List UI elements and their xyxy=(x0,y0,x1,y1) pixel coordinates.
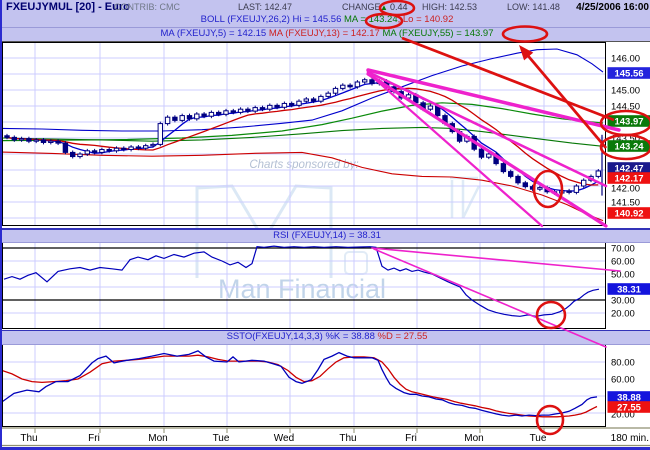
boll-legend-segment-3: , Lo = 140.92 xyxy=(397,14,454,25)
rsi-legend-bar: RSI (FXEUJY,14) = 38.31 xyxy=(2,228,650,243)
ssto-legend-segment-1: %D = 27.55 xyxy=(377,331,428,342)
ssto-legend-bar: SSTO(FXEUJY,14,3,3) %K = 38.88 %D = 27.5… xyxy=(2,330,650,345)
svg-text:142.17: 142.17 xyxy=(614,174,643,185)
chart-window: Charts sponsored by:Man Financial146.001… xyxy=(0,0,650,450)
interval-label: 180 min. xyxy=(611,433,649,444)
price-axis-tick-141.50: 141.50 xyxy=(611,198,640,209)
day-label-0: Thu xyxy=(20,433,37,444)
ma-legend-segment-3: 143.97 xyxy=(464,28,494,39)
last-field: LAST: 142.47 xyxy=(238,2,293,12)
contrib-field: CONTRIB: CMC xyxy=(114,2,180,12)
ma-legend-segment-1: MA (FXEUJY,13) = 142.17 xyxy=(268,28,383,39)
boll-legend-segment-0: BOLL (FXEUJY,26,2) Hi = 145.56 xyxy=(200,14,344,25)
chart-canvas[interactable]: Charts sponsored by:Man Financial146.001… xyxy=(2,0,650,450)
change-label: CHANGE: xyxy=(342,2,384,12)
ssto-axis-tick-80.00: 80.00 xyxy=(611,358,635,369)
day-label-4: Wed xyxy=(274,433,294,444)
day-label-2: Mon xyxy=(148,433,167,444)
day-label-5: Thu xyxy=(339,433,356,444)
low-field: LOW: 141.48 xyxy=(507,2,560,12)
ma-legend-segment-0: MA (FXEUJY,5) = 142.15 xyxy=(160,28,269,39)
day-label-1: Fri xyxy=(88,433,100,444)
svg-text:27.55: 27.55 xyxy=(617,403,641,414)
boll-legend-segment-1: MA = xyxy=(344,14,369,25)
price-axis-tick-145.00: 145.00 xyxy=(611,86,640,97)
day-label-7: Mon xyxy=(464,433,483,444)
ssto-plot-area[interactable] xyxy=(2,343,606,427)
svg-text:143.97: 143.97 xyxy=(614,117,643,128)
ma-legend-segment-2: MA (FXEUJY,55) = xyxy=(382,28,465,39)
datetime-field: 4/25/2006 16:00 xyxy=(576,2,649,13)
change-up-arrow-icon: ▲ xyxy=(380,3,388,12)
rsi-legend-segment-0: RSI (FXEUJY,14) = 38.31 xyxy=(273,230,381,241)
rsi-axis-tick-60.00: 60.00 xyxy=(611,257,635,268)
symbol-title: FXEUJYMUL [20] - Euro xyxy=(6,1,130,13)
day-label-6: Fri xyxy=(405,433,417,444)
price-axis-tick-144.50: 144.50 xyxy=(611,102,640,113)
svg-text:140.92: 140.92 xyxy=(614,209,643,220)
rsi-axis-tick-70.00: 70.00 xyxy=(611,244,635,255)
high-field: HIGH: 142.53 xyxy=(422,2,478,12)
svg-text:145.56: 145.56 xyxy=(614,69,643,80)
main-plot-area[interactable] xyxy=(2,42,606,226)
change-value: 0.44 xyxy=(390,2,408,12)
bollinger-legend-bar: BOLL (FXEUJY,26,2) Hi = 145.56 MA = 143.… xyxy=(2,14,650,28)
moving-average-legend-bar: MA (FXEUJY,5) = 142.15 MA (FXEUJY,13) = … xyxy=(2,28,650,42)
day-label-8: Tue xyxy=(530,433,547,444)
rsi-axis-tick-20.00: 20.00 xyxy=(611,309,635,320)
price-axis-tick-146.00: 146.00 xyxy=(611,54,640,65)
rsi-axis-tick-50.00: 50.00 xyxy=(611,270,635,281)
ssto-axis-tick-60.00: 60.00 xyxy=(611,375,635,386)
price-axis-tick-142.00: 142.00 xyxy=(611,184,640,195)
rsi-plot-area[interactable] xyxy=(2,240,606,329)
boll-legend-segment-2: 143.24 xyxy=(368,14,398,25)
day-label-3: Tue xyxy=(213,433,230,444)
title-bar: FXEUJYMUL [20] - Euro CONTRIB: CMC LAST:… xyxy=(2,0,650,15)
ssto-legend-segment-0: SSTO(FXEUJY,14,3,3) %K = 38.88 xyxy=(226,331,378,342)
rsi-axis-tick-30.00: 30.00 xyxy=(611,296,635,307)
svg-text:143.24: 143.24 xyxy=(614,142,644,153)
svg-text:38.31: 38.31 xyxy=(617,285,641,296)
